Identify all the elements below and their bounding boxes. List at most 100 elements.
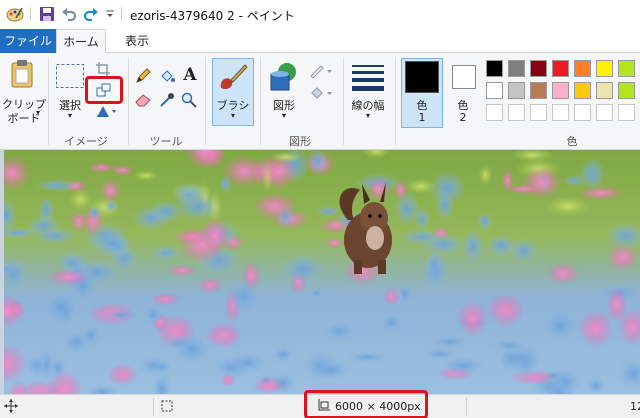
zoom-level: 12 [630,400,640,413]
flower-blob [101,309,141,321]
palette-swatch[interactable] [618,82,635,99]
palette-swatch[interactable] [596,82,613,99]
text-tool-icon[interactable]: A [180,65,200,85]
paint-app-icon[interactable] [6,5,24,23]
flower-blob [312,360,352,380]
outline-icon[interactable] [308,63,334,79]
paste-dropdown-icon[interactable]: ▾ [34,108,42,117]
line-width-dropdown-icon[interactable]: ▾ [360,111,376,120]
flower-blob [322,320,357,342]
flower-blob [462,227,484,265]
palette-swatch[interactable] [530,104,547,121]
flower-blob [43,290,79,324]
palette-swatch[interactable] [574,60,591,77]
flower-blob [406,178,437,194]
flower-blob [316,205,341,217]
flower-blob [279,254,326,285]
palette-swatch[interactable] [530,82,547,99]
flower-blob [252,192,297,220]
fill-shape-icon[interactable] [308,85,334,101]
palette-swatch[interactable] [508,82,525,99]
flower-blob [344,351,389,363]
flower-blob [578,157,606,191]
palette-swatch[interactable] [486,82,503,99]
flower-blob [199,217,231,254]
color1-number: 1 [418,111,426,124]
palette-swatch[interactable] [596,60,613,77]
flower-blob [142,304,164,326]
flower-blob [88,204,102,221]
flower-blob [426,249,443,281]
select-icon[interactable] [54,63,86,89]
save-icon[interactable] [38,5,56,23]
palette-swatch[interactable] [508,60,525,77]
flower-blob [497,349,537,366]
magnifier-icon[interactable] [180,91,198,109]
palette-swatch[interactable] [486,60,503,77]
flower-blob [62,330,92,354]
line-width-icon[interactable] [350,61,386,93]
shapes-dropdown-icon[interactable]: ▾ [276,111,292,120]
flower-blob [457,300,488,337]
canvas-area[interactable] [0,150,640,394]
flower-blob [35,179,78,192]
pencil-icon[interactable] [134,67,152,85]
tools-group-label: ツール [149,135,183,148]
group-separator [260,57,261,145]
flower-blob [219,175,232,193]
flower-blob [197,277,223,294]
palette-swatch[interactable] [552,104,569,121]
flower-blob [400,229,444,245]
squirrel-flower-photo [4,150,640,394]
group-separator [343,57,344,145]
eraser-icon[interactable] [134,91,152,109]
palette-swatch[interactable] [596,104,613,121]
palette-swatch[interactable] [508,104,525,121]
flower-blob [478,164,493,186]
flower-blob [393,191,421,226]
title-separator [30,7,31,21]
status-bar: 6000 × 4000px 12 [0,390,640,418]
shapes-group-label: 図形 [289,135,311,148]
shapes-icon[interactable] [266,61,302,93]
tab-home[interactable]: ホーム [56,29,106,54]
palette-swatch[interactable] [574,82,591,99]
palette-swatch[interactable] [552,60,569,77]
ribbon: クリップ ボード ▾ 選択 ▾ イメージ A ツール ブラシ ▾ 図形 ▾ 図形… [0,53,640,150]
palette-swatch[interactable] [552,82,569,99]
redo-icon[interactable] [82,5,100,23]
flower-blob [397,282,413,306]
color-picker-icon[interactable] [158,91,176,109]
flower-blob [38,346,55,383]
select-dropdown-icon[interactable]: ▾ [62,111,78,120]
flower-blob [440,355,486,376]
rotate-icon[interactable] [94,103,118,119]
canvas-image[interactable] [4,150,640,394]
flower-blob [578,310,614,347]
customize-toolbar-icon[interactable] [104,5,116,23]
group-separator [128,57,129,145]
flower-blob [546,262,580,285]
palette-swatch[interactable] [618,104,635,121]
flower-blob [38,196,55,225]
group-separator [205,57,206,145]
tab-file[interactable]: ファイル [0,29,56,53]
palette-swatch[interactable] [486,104,503,121]
palette-swatch[interactable] [618,60,635,77]
flower-blob [379,313,404,333]
flower-blob [107,363,138,386]
tab-view[interactable]: 表示 [112,29,162,53]
undo-icon[interactable] [60,5,78,23]
crop-icon[interactable] [94,61,112,77]
resize-highlight [85,76,123,104]
flower-blob [324,237,345,248]
flower-blob [133,170,159,181]
flower-blob [435,189,455,221]
palette-swatch[interactable] [574,104,591,121]
flower-blob [501,168,514,192]
fill-icon[interactable] [158,67,176,85]
flower-blob [477,211,493,231]
flower-blob [46,269,91,286]
flower-blob [521,166,562,199]
palette-swatch[interactable] [530,60,547,77]
